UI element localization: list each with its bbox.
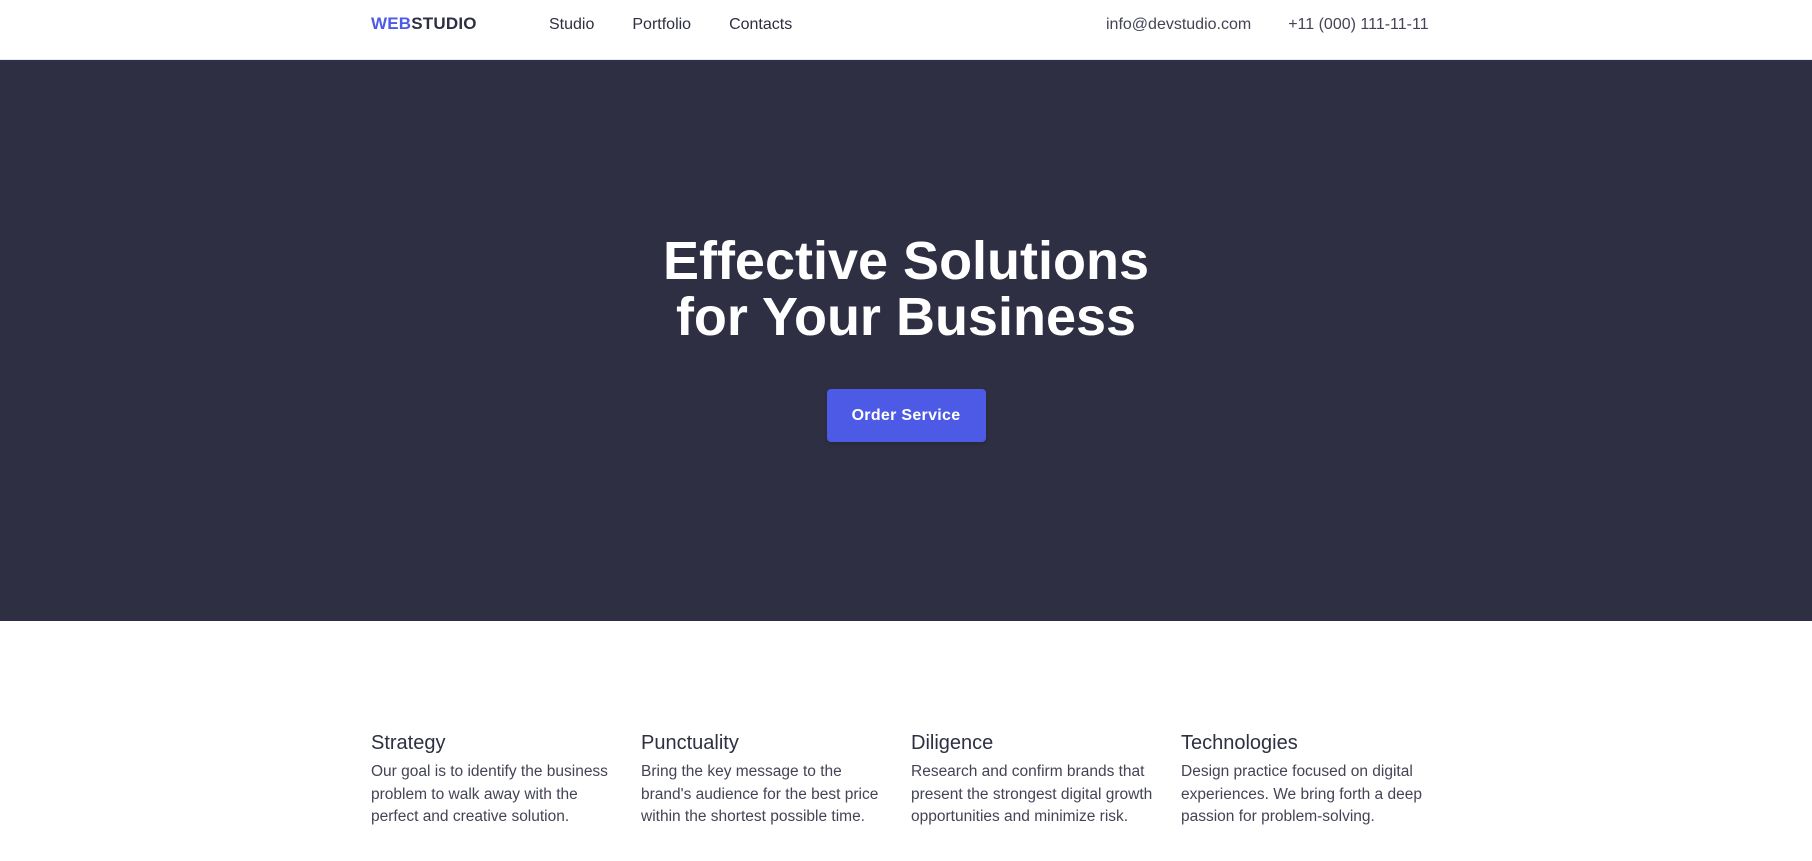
nav-link-contacts[interactable]: Contacts (729, 14, 792, 36)
feature-title: Punctuality (641, 732, 739, 754)
hero-title-line-1: Effective Solutions (662, 231, 1150, 291)
hero-section: Effective Solutions for Your Business Or… (0, 60, 1812, 621)
site-header: WEBSTUDIO Studio Portfolio Contacts info… (0, 0, 1812, 60)
logo-main-text: STUDIO (411, 14, 477, 33)
feature-title: Technologies (1181, 732, 1298, 754)
feature-title: Strategy (371, 732, 446, 754)
email-link[interactable]: info@devstudio.com (1106, 14, 1251, 36)
feature-item-punctuality: Punctuality Bring the key message to the… (641, 731, 887, 829)
hero-title: Effective Solutions for Your Business (0, 233, 1812, 345)
phone-link[interactable]: +11 (000) 111-11-11 (1288, 14, 1428, 36)
feature-text: Research and confirm brands that present… (911, 763, 1153, 826)
logo-accent-text: WEB (371, 14, 412, 33)
feature-item-diligence: Diligence Research and confirm brands th… (911, 731, 1157, 829)
feature-text: Our goal is to identify the business pro… (371, 763, 608, 826)
feature-text: Bring the key message to the brand's aud… (641, 763, 879, 826)
features-section: Strategy Our goal is to identify the bus… (0, 621, 1812, 861)
feature-list: Strategy Our goal is to identify the bus… (371, 731, 1427, 829)
feature-item-technologies: Technologies Design practice focused on … (1181, 731, 1427, 829)
feature-title: Diligence (911, 732, 994, 754)
order-service-button[interactable]: Order Service (826, 389, 986, 442)
main-nav: Studio Portfolio Contacts (549, 14, 792, 36)
hero-title-line-2: for Your Business (675, 287, 1137, 347)
logo[interactable]: WEBSTUDIO (371, 14, 477, 34)
feature-text: Design practice focused on digital exper… (1181, 763, 1422, 826)
nav-link-portfolio[interactable]: Portfolio (632, 14, 691, 36)
feature-item-strategy: Strategy Our goal is to identify the bus… (371, 731, 617, 829)
nav-link-studio[interactable]: Studio (549, 14, 594, 36)
header-contacts: info@devstudio.com +11 (000) 111-11-11 (1106, 14, 1429, 36)
